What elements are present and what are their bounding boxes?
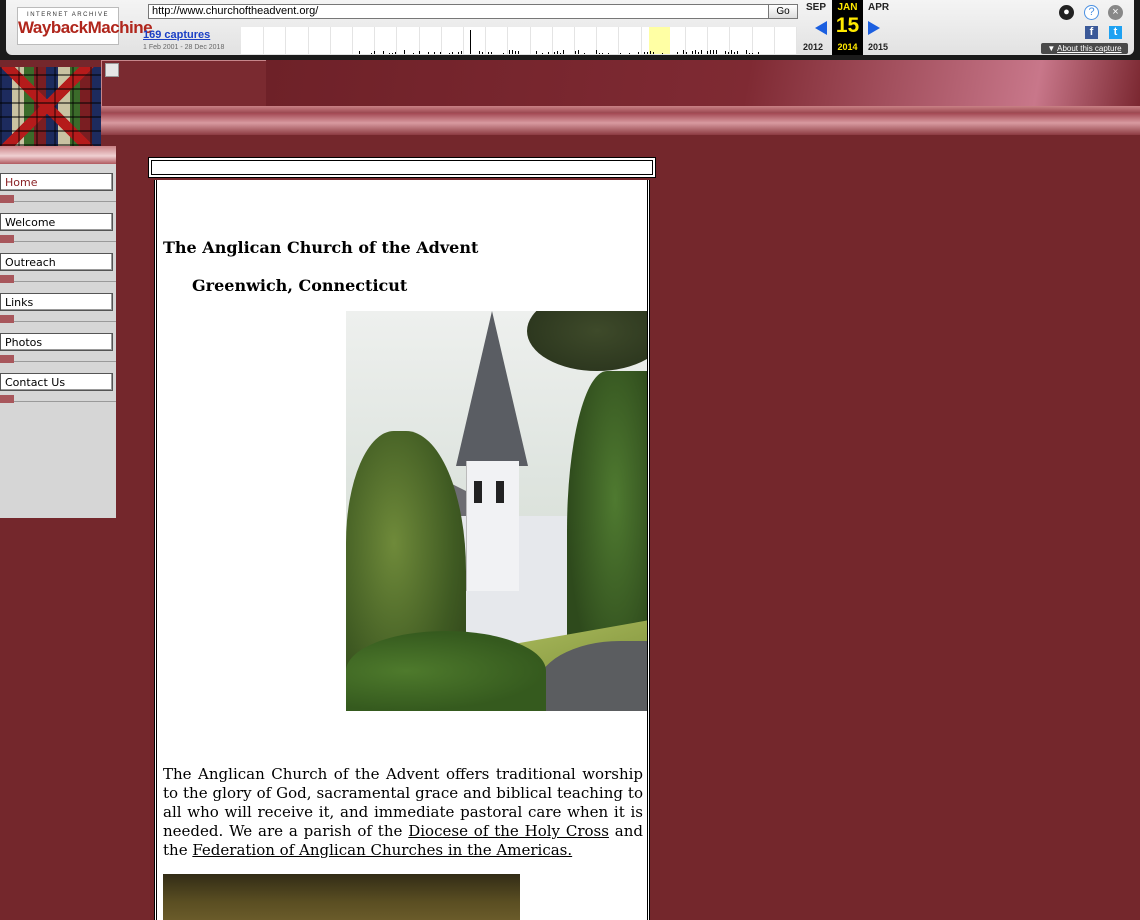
user-icon[interactable]: ● xyxy=(1059,5,1074,20)
page-subtitle: Greenwich, Connecticut xyxy=(192,276,408,295)
main-content: The Anglican Church of the Advent Greenw… xyxy=(154,180,650,920)
nav-separator xyxy=(0,353,116,373)
nav-item-home[interactable]: Home xyxy=(0,173,113,191)
nav-item-welcome[interactable]: Welcome xyxy=(0,213,113,231)
close-icon[interactable]: × xyxy=(1108,5,1123,20)
about-capture-label: About this capture xyxy=(1057,44,1122,53)
wayback-logo-line2: WaybackMachine xyxy=(18,18,153,37)
intro-paragraph: The Anglican Church of the Advent offers… xyxy=(163,765,643,860)
federation-link[interactable]: Federation of Anglican Churches in the A… xyxy=(192,841,572,859)
broken-header-image xyxy=(101,60,267,112)
nav-item-links[interactable]: Links xyxy=(0,293,113,311)
current-year: 2014 xyxy=(837,42,858,52)
sidebar-nav: Home Welcome Outreach Links Photos Conta… xyxy=(0,146,116,518)
wayback-toolbar: INTERNET ARCHIVE WaybackMachine http://w… xyxy=(0,0,1140,60)
facebook-icon[interactable]: f xyxy=(1085,26,1098,39)
current-day: 15 xyxy=(835,14,860,37)
current-capture-date: JAN 15 2014 xyxy=(832,0,863,55)
prev-capture-arrow-icon[interactable] xyxy=(815,21,827,35)
help-icon[interactable]: ? xyxy=(1084,5,1099,20)
nav-item-outreach[interactable]: Outreach xyxy=(0,253,113,271)
wayback-logo[interactable]: INTERNET ARCHIVE WaybackMachine xyxy=(17,7,153,45)
next-year-label[interactable]: 2015 xyxy=(868,42,888,52)
wayback-toolbar-panel: INTERNET ARCHIVE WaybackMachine http://w… xyxy=(6,0,1134,55)
prev-month-label[interactable]: SEP xyxy=(806,2,826,13)
nav-separator xyxy=(0,393,116,413)
about-capture-button[interactable]: ▼ About this capture xyxy=(1041,43,1128,54)
page-title: The Anglican Church of the Advent xyxy=(163,238,479,257)
wayback-go-button[interactable]: Go xyxy=(768,4,798,19)
header-divider xyxy=(101,106,1140,113)
header-banner xyxy=(266,60,1140,106)
interior-photo xyxy=(163,874,520,920)
diocese-link[interactable]: Diocese of the Holy Cross xyxy=(408,822,609,840)
stained-glass-logo xyxy=(0,67,101,146)
capture-range: 1 Feb 2001 - 28 Dec 2018 xyxy=(143,44,225,51)
church-photo xyxy=(346,311,647,711)
nav-separator xyxy=(0,313,116,333)
next-month-label[interactable]: APR xyxy=(868,2,889,13)
prev-year-label[interactable]: 2012 xyxy=(803,42,823,52)
broken-image-icon xyxy=(105,63,119,77)
nav-separator xyxy=(0,193,116,213)
wayback-url-input[interactable]: http://www.churchoftheadvent.org/ xyxy=(148,4,770,19)
nav-item-contact-us[interactable]: Contact Us xyxy=(0,373,113,391)
nav-item-photos[interactable]: Photos xyxy=(0,333,113,351)
twitter-icon[interactable]: t xyxy=(1109,26,1122,39)
captures-link[interactable]: 169 captures xyxy=(143,29,210,41)
nav-top-lip xyxy=(0,146,116,164)
nav-separator xyxy=(0,233,116,253)
nav-separator xyxy=(0,273,116,293)
content-top-box xyxy=(148,157,656,178)
next-capture-arrow-icon[interactable] xyxy=(868,21,880,35)
current-month: JAN xyxy=(837,2,858,13)
header-strip xyxy=(101,113,1140,135)
capture-sparkline[interactable] xyxy=(241,27,797,54)
